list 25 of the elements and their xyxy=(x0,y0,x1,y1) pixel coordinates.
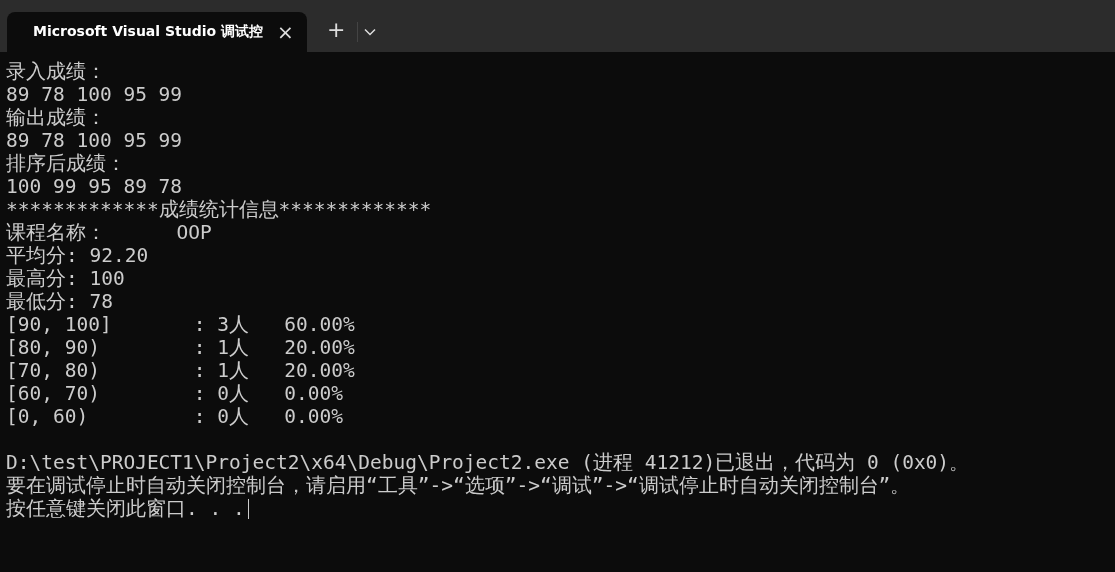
text-cursor xyxy=(247,498,249,519)
tab-title: Microsoft Visual Studio 调试控 xyxy=(33,23,264,41)
tab[interactable]: Microsoft Visual Studio 调试控 × xyxy=(7,12,307,52)
console-line: D:\test\PROJECT1\Project2\x64\Debug\Project2.exe (进程 41212)已退出，代码为 0 (0x0)。 xyxy=(6,451,970,474)
console-line: 100 99 95 89 78 xyxy=(6,175,183,198)
console-line: 最低分: 78 xyxy=(6,290,113,313)
chevron-down-icon[interactable] xyxy=(364,28,377,36)
new-tab-button[interactable]: + xyxy=(321,14,352,44)
console-line: 课程名称： OOP xyxy=(6,221,212,244)
console-line: 89 78 100 95 99 xyxy=(6,83,183,106)
console-line: [90, 100] : 3人 60.00% xyxy=(6,313,355,336)
console-line: 录入成绩： xyxy=(6,60,106,83)
console-line: *************成绩统计信息************* xyxy=(6,198,432,221)
console-line: 最高分: 100 xyxy=(6,267,125,290)
console-line: 89 78 100 95 99 xyxy=(6,129,183,152)
console-line: 按任意键关闭此窗口. . . xyxy=(6,497,245,520)
console-line: [0, 60) : 0人 0.00% xyxy=(6,405,343,428)
console-line: [70, 80) : 1人 20.00% xyxy=(6,359,355,382)
console-line: 平均分: 92.20 xyxy=(6,244,149,267)
console-line: 要在调试停止时自动关闭控制台，请启用“工具”->“选项”->“调试”->“调试停止时自动关闭控制台”。 xyxy=(6,474,911,497)
console-line: 排序后成绩： xyxy=(6,152,126,175)
console-line: 输出成绩： xyxy=(6,106,106,129)
console-line: [60, 70) : 0人 0.00% xyxy=(6,382,343,405)
close-tab-button[interactable]: × xyxy=(273,20,298,44)
console-line: [80, 90) : 1人 20.00% xyxy=(6,336,355,359)
